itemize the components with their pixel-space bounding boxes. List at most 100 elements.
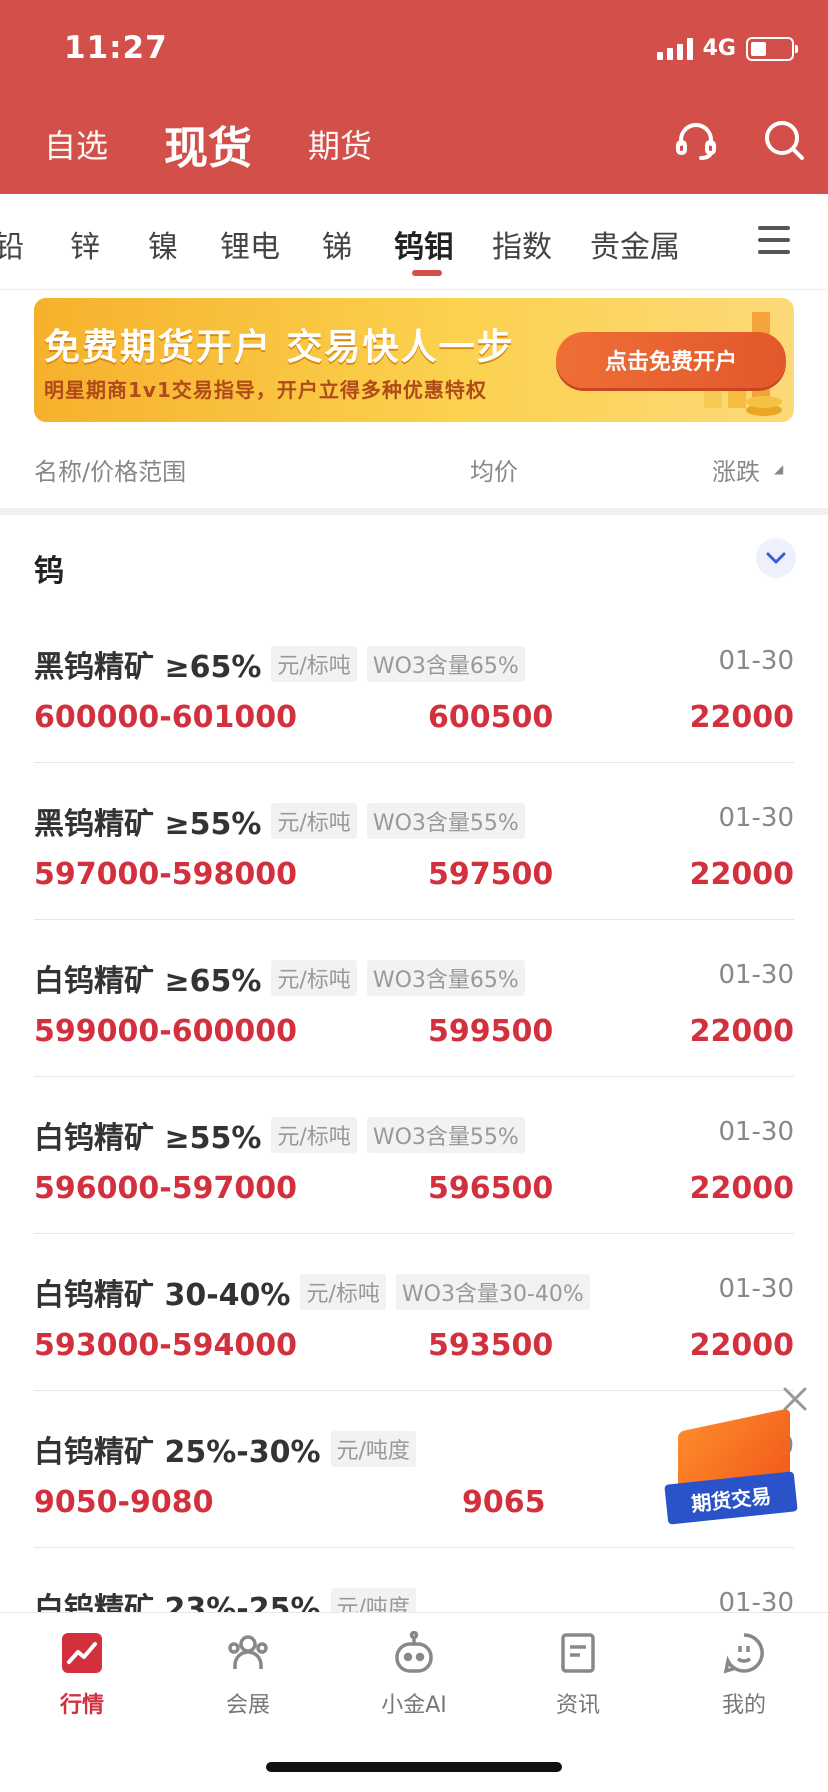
price-range: 596000-597000 xyxy=(34,1171,297,1206)
subtab-tungsten-molybdenum[interactable]: 钨钼 xyxy=(394,222,454,266)
category-tabs: 铅 锌 镍 锂电 锑 钨钼 指数 贵金属 xyxy=(0,194,828,290)
subtab-precious-metals[interactable]: 贵金属 xyxy=(590,222,680,266)
item-date: 01-30 xyxy=(718,1274,794,1304)
price-change: 22000 xyxy=(689,857,794,892)
price-change: 22000 xyxy=(689,1014,794,1049)
chart-icon xyxy=(60,1631,104,1675)
futures-trading-float-ad[interactable]: 期货交易 xyxy=(664,1408,800,1525)
nav-exhibition[interactable]: 会展 xyxy=(188,1631,308,1719)
price-range: 597000-598000 xyxy=(34,857,297,892)
list-item[interactable]: 黑钨精矿 ≥55% 元/标吨 WO3含量55% 01-30 597000-598… xyxy=(34,763,794,920)
unit-tag: 元/标吨 xyxy=(271,646,357,682)
spec-tag: WO3含量55% xyxy=(366,803,525,839)
spec-tag: WO3含量65% xyxy=(366,646,525,682)
signal-icon xyxy=(656,37,693,60)
battery-icon xyxy=(746,36,798,61)
news-icon xyxy=(556,1631,600,1675)
price-range: 593000-594000 xyxy=(34,1328,297,1363)
tab-watchlist[interactable]: 自选 xyxy=(44,121,108,167)
search-icon[interactable] xyxy=(762,118,806,162)
active-tab-indicator xyxy=(412,270,442,276)
tab-futures[interactable]: 期货 xyxy=(308,121,372,167)
item-title: 白钨精矿 ≥55% xyxy=(34,1121,262,1156)
top-header: 11:27 4G 自选 现货 期货 xyxy=(0,0,828,194)
avg-price: 596500 xyxy=(428,1171,554,1206)
main-tabs: 自选 现货 期货 xyxy=(44,112,372,176)
unit-tag: 元/标吨 xyxy=(300,1274,386,1310)
price-range: 599000-600000 xyxy=(34,1014,297,1049)
item-date: 01-30 xyxy=(718,960,794,990)
item-name: 白钨精矿 30-40% 元/标吨 WO3含量30-40% xyxy=(34,1270,590,1314)
item-name: 白钨精矿 ≥55% 元/标吨 WO3含量55% xyxy=(34,1113,525,1157)
item-date: 01-30 xyxy=(718,803,794,833)
home-indicator xyxy=(266,1762,562,1772)
unit-tag: 元/标吨 xyxy=(271,803,357,839)
item-title: 黑钨精矿 ≥55% xyxy=(34,807,262,842)
header-actions xyxy=(674,118,806,162)
nav-label: 我的 xyxy=(721,1693,766,1718)
item-name: 白钨精矿 25%-30% 元/吨度 xyxy=(34,1427,416,1471)
list-item[interactable]: 白钨精矿 30-40% 元/标吨 WO3含量30-40% 01-30 59300… xyxy=(34,1234,794,1391)
col-avg-price: 均价 xyxy=(470,458,518,486)
avg-price: 599500 xyxy=(428,1014,554,1049)
subtab-index[interactable]: 指数 xyxy=(492,222,552,266)
subtab-zinc[interactable]: 锌 xyxy=(70,222,100,266)
people-icon xyxy=(226,1631,270,1675)
divider xyxy=(0,508,828,515)
headset-icon[interactable] xyxy=(674,118,718,162)
profile-icon xyxy=(722,1631,766,1675)
nav-label: 行情 xyxy=(59,1693,104,1718)
price-change: 22000 xyxy=(689,1171,794,1206)
banner-title: 免费期货开户 交易快人一步 xyxy=(44,327,515,368)
open-account-button[interactable]: 点击免费开户 xyxy=(556,332,786,388)
chevron-down-icon[interactable] xyxy=(756,538,796,578)
subtab-nickel[interactable]: 镍 xyxy=(148,222,178,266)
list-item[interactable]: 黑钨精矿 ≥65% 元/标吨 WO3含量65% 01-30 600000-601… xyxy=(34,606,794,763)
col-name-range: 名称/价格范围 xyxy=(34,458,187,486)
spec-tag: WO3含量30-40% xyxy=(395,1274,590,1310)
network-label: 4G xyxy=(702,36,736,61)
status-time: 11:27 xyxy=(64,30,168,66)
nav-label: 资讯 xyxy=(555,1693,600,1718)
item-title: 白钨精矿 ≥65% xyxy=(34,964,262,999)
col-change[interactable]: 涨跌 xyxy=(712,452,760,487)
price-range: 9050-9080 xyxy=(34,1485,214,1520)
item-name: 黑钨精矿 ≥65% 元/标吨 WO3含量65% xyxy=(34,642,525,686)
item-title: 白钨精矿 25%-30% xyxy=(34,1435,321,1470)
nav-market[interactable]: 行情 xyxy=(22,1631,142,1719)
group-title: 钨 xyxy=(34,554,64,589)
tab-spot[interactable]: 现货 xyxy=(164,112,252,176)
subtab-antimony[interactable]: 锑 xyxy=(322,222,352,266)
promo-banner[interactable]: 免费期货开户 交易快人一步 明星期商1v1交易指导，开户立得多种优惠特权 点击免… xyxy=(34,298,794,422)
item-title: 白钨精矿 30-40% xyxy=(34,1278,291,1313)
nav-news[interactable]: 资讯 xyxy=(518,1631,638,1719)
column-headers: 名称/价格范围 均价 涨跌 ◢ xyxy=(0,440,828,510)
nav-ai[interactable]: 小金AI xyxy=(354,1630,474,1719)
spec-tag: WO3含量55% xyxy=(366,1117,525,1153)
nav-profile[interactable]: 我的 xyxy=(684,1631,804,1719)
subtab-lithium[interactable]: 锂电 xyxy=(220,222,280,266)
unit-tag: 元/吨度 xyxy=(330,1431,416,1467)
nav-label: 小金AI xyxy=(381,1693,447,1718)
item-name: 白钨精矿 ≥65% 元/标吨 WO3含量65% xyxy=(34,956,525,1000)
nav-label: 会展 xyxy=(225,1693,270,1718)
item-title: 黑钨精矿 ≥65% xyxy=(34,650,262,685)
item-date: 01-30 xyxy=(718,646,794,676)
status-indicators: 4G xyxy=(656,36,798,61)
list-item[interactable]: 白钨精矿 ≥55% 元/标吨 WO3含量55% 01-30 596000-597… xyxy=(34,1077,794,1234)
price-change: 22000 xyxy=(689,1328,794,1363)
unit-tag: 元/标吨 xyxy=(271,960,357,996)
menu-icon[interactable] xyxy=(758,226,790,254)
price-range: 600000-601000 xyxy=(34,700,297,735)
avg-price: 597500 xyxy=(428,857,554,892)
sort-icon[interactable]: ◢ xyxy=(774,462,783,476)
item-date: 01-30 xyxy=(718,1117,794,1147)
avg-price: 593500 xyxy=(428,1328,554,1363)
item-name: 黑钨精矿 ≥55% 元/标吨 WO3含量55% xyxy=(34,799,525,843)
unit-tag: 元/标吨 xyxy=(271,1117,357,1153)
list-item[interactable]: 白钨精矿 ≥65% 元/标吨 WO3含量65% 01-30 599000-600… xyxy=(34,920,794,1077)
robot-icon xyxy=(392,1630,436,1675)
price-change: 22000 xyxy=(689,700,794,735)
subtab-lead[interactable]: 铅 xyxy=(0,222,24,266)
avg-price: 600500 xyxy=(428,700,554,735)
